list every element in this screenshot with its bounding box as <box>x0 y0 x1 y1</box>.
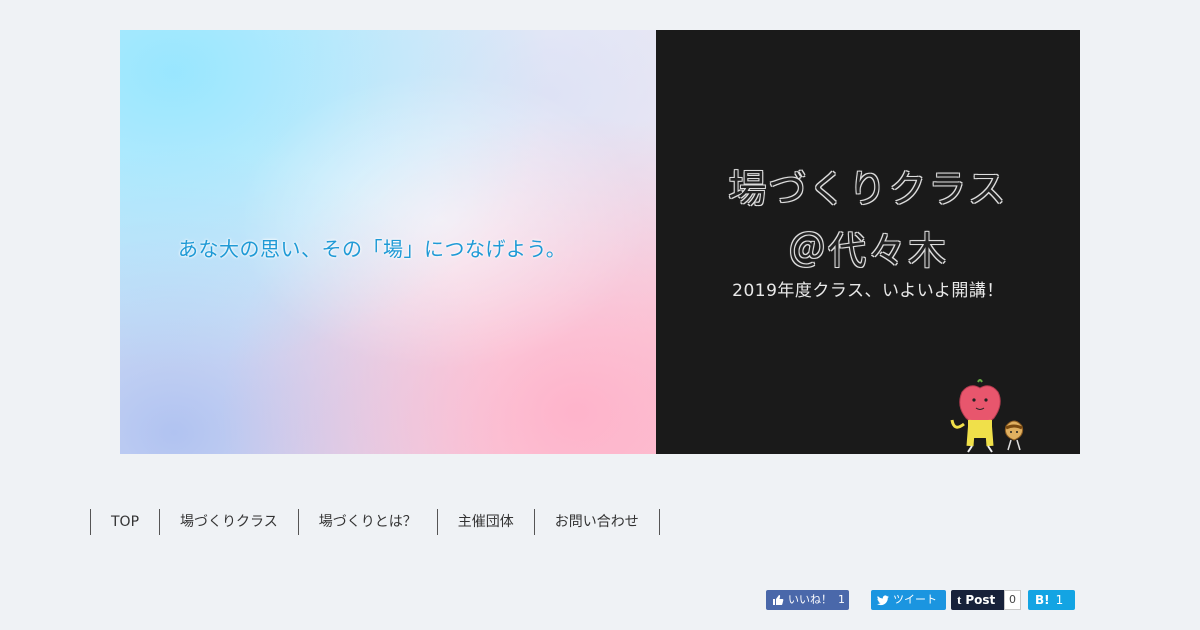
banner-title-line2: ＠代々木 <box>787 229 948 273</box>
twitter-bird-icon <box>877 594 889 606</box>
tumblr-post-count: 0 <box>1004 590 1021 610</box>
banner-gradient-panel: あな大の思い、その「場」につなげよう。 <box>120 30 656 454</box>
nav-item-contact[interactable]: お問い合わせ <box>535 509 660 535</box>
tweet-label: ツイート <box>893 593 937 606</box>
global-nav: TOP 場づくりクラス 場づくりとは？ 主催団体 お問い合わせ <box>90 509 660 535</box>
nav-item-about[interactable]: 場づくりとは？ <box>299 509 438 535</box>
banner-catchphrase: あな大の思い、その「場」につなげよう。 <box>178 237 567 261</box>
hatena-bookmark-label: B! <box>1035 593 1050 607</box>
facebook-like-count: 1 <box>838 593 845 606</box>
facebook-like-button[interactable]: いいね！ 1 <box>766 590 849 610</box>
tumblr-post-label: Post <box>965 593 996 607</box>
hatena-bookmark-count: 1 <box>1055 593 1064 607</box>
header-banner[interactable]: あな大の思い、その「場」につなげよう。 場づくりクラス ＠代々木 2019年度ク… <box>120 30 1080 454</box>
nav-item-class[interactable]: 場づくりクラス <box>160 509 299 535</box>
tumblr-t-icon: t <box>957 592 962 607</box>
thumbs-up-icon <box>772 594 784 606</box>
banner-subtitle: 2019年度クラス、いよいよ開講！ <box>732 281 1004 301</box>
hatena-bookmark-button[interactable]: B! 1 <box>1028 590 1075 610</box>
tweet-button[interactable]: ツイート <box>871 590 946 610</box>
nav-item-organizer[interactable]: 主催団体 <box>438 509 535 535</box>
mascot-illustration <box>950 379 1024 453</box>
nav-item-top[interactable]: TOP <box>91 509 161 535</box>
banner-title-line1: 場づくりクラス <box>728 167 1008 211</box>
facebook-like-label: いいね！ <box>788 593 832 606</box>
tumblr-post-button[interactable]: t Post <box>951 590 1004 610</box>
banner-title-panel: 場づくりクラス ＠代々木 2019年度クラス、いよいよ開講！ <box>656 30 1080 454</box>
